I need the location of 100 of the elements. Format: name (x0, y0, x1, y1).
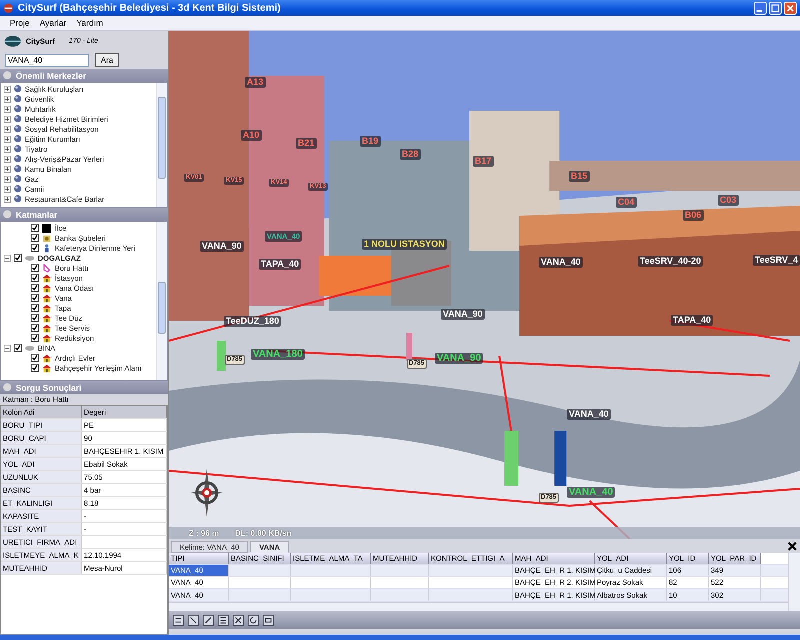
house-icon (42, 304, 52, 312)
toolbar-button[interactable] (203, 614, 214, 626)
sphere-icon (14, 125, 22, 133)
house-icon (42, 364, 52, 372)
checkbox[interactable] (31, 264, 39, 272)
globe-logo-icon (4, 34, 22, 48)
map-label: A13 (245, 77, 266, 88)
cafe-icon (42, 244, 52, 252)
checkbox[interactable] (31, 224, 39, 232)
layer-group-icon (25, 254, 35, 262)
scrollbar[interactable] (156, 83, 167, 207)
checkbox[interactable] (14, 344, 22, 352)
map-label: VANA_40 (539, 257, 583, 268)
collapse-icon[interactable] (4, 254, 11, 262)
expand-icon[interactable] (4, 136, 11, 142)
checkbox[interactable] (31, 364, 39, 372)
house-icon (42, 314, 52, 322)
menu-item[interactable]: Proje (10, 18, 30, 28)
expand-icon[interactable] (4, 196, 11, 202)
checkbox[interactable] (31, 334, 39, 342)
scrollbar[interactable] (156, 222, 167, 380)
map-label: C04 (616, 197, 637, 208)
checkbox[interactable] (31, 314, 39, 322)
sphere-icon (14, 175, 22, 183)
house-icon (42, 354, 52, 362)
sphere-icon (14, 145, 22, 153)
house-icon (42, 284, 52, 292)
map-label: B28 (400, 149, 421, 160)
checkbox[interactable] (31, 234, 39, 242)
toolbar-button[interactable] (188, 614, 199, 626)
toolbar-button[interactable] (233, 614, 244, 626)
expand-icon[interactable] (4, 96, 11, 102)
checkbox[interactable] (14, 254, 22, 262)
sphere-icon (3, 71, 12, 80)
map-label: VANA_90 (200, 241, 244, 252)
sphere-icon (14, 165, 22, 173)
map-label: TeeSRV_40-20 (638, 256, 704, 267)
search-field[interactable]: VANA_40 (5, 54, 89, 66)
sphere-icon (14, 135, 22, 143)
map-label: TAPA_40 (259, 259, 302, 270)
layer-group-icon (25, 344, 35, 352)
checkbox[interactable] (31, 324, 39, 332)
map-label: B17 (473, 156, 494, 167)
checkbox[interactable] (31, 284, 39, 292)
map-label: TeeSRV_4 (753, 255, 800, 266)
checkbox[interactable] (31, 244, 39, 252)
house-icon (42, 294, 52, 302)
line-symbol-icon (42, 264, 52, 272)
map-label: B21 (296, 138, 317, 149)
close-icon[interactable] (788, 542, 797, 551)
menu-item[interactable]: Ayarlar (40, 18, 67, 28)
sphere-icon (3, 383, 12, 392)
map-label: TAPA_40 (671, 315, 714, 326)
panel-title: Katmanlar (16, 210, 58, 220)
status-text: Z : 96 m (189, 528, 220, 538)
checkbox[interactable] (31, 304, 39, 312)
map-label: B15 (569, 171, 590, 182)
area-symbol-icon (42, 224, 52, 232)
panel-title: Önemli Merkezler (16, 70, 86, 80)
expand-icon[interactable] (4, 86, 11, 92)
house-icon (42, 334, 52, 342)
map-label: VANA_90 (435, 353, 484, 364)
checkbox[interactable] (31, 354, 39, 362)
map-label: C03 (718, 195, 739, 206)
map-label: B19 (360, 136, 381, 147)
map-label: B06 (683, 210, 704, 221)
status-text: DL: 0.00 KB/sn (235, 528, 292, 538)
toolbar-button[interactable] (173, 614, 184, 626)
expand-icon[interactable] (4, 146, 11, 152)
bank-icon (42, 234, 52, 242)
map-label: A10 (241, 130, 262, 141)
close-button[interactable] (784, 2, 797, 14)
map-label: VANA_40 (567, 487, 616, 498)
scrollbar[interactable] (788, 553, 800, 611)
expand-icon[interactable] (4, 156, 11, 162)
sphere-icon (14, 155, 22, 163)
panel-title: Sorgu Sonuçlari (16, 382, 82, 392)
app-logo-icon (3, 2, 14, 14)
expand-icon[interactable] (4, 166, 11, 172)
expand-icon[interactable] (4, 116, 11, 122)
toolbar-button[interactable] (263, 614, 274, 626)
map-label: VANA_90 (441, 309, 485, 320)
search-button[interactable]: Ara (95, 53, 120, 67)
checkbox[interactable] (31, 294, 39, 302)
toolbar-button[interactable] (248, 614, 259, 626)
sphere-icon (14, 105, 22, 113)
expand-icon[interactable] (4, 126, 11, 132)
sphere-icon (14, 115, 22, 123)
expand-icon[interactable] (4, 186, 11, 192)
expand-icon[interactable] (4, 176, 11, 182)
maximize-button[interactable] (769, 2, 782, 14)
house-icon (42, 324, 52, 332)
sphere-icon (14, 85, 22, 93)
house-icon (42, 274, 52, 282)
checkbox[interactable] (31, 274, 39, 282)
toolbar-button[interactable] (218, 614, 229, 626)
menu-item[interactable]: Yardım (76, 18, 104, 28)
expand-icon[interactable] (4, 106, 11, 112)
minimize-button[interactable] (754, 2, 767, 14)
collapse-icon[interactable] (4, 344, 11, 352)
